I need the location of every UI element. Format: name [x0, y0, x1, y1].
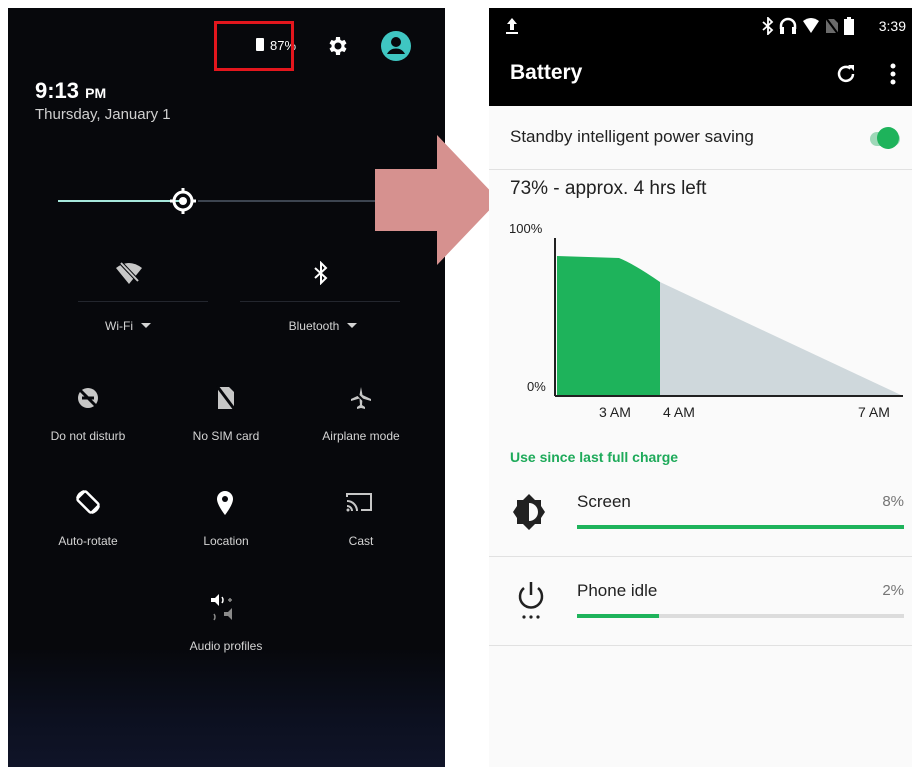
clock-time: 9:13 — [35, 78, 80, 103]
battery-icon — [844, 17, 854, 35]
brightness-slider-icon[interactable] — [169, 187, 197, 215]
do-not-disturb-icon[interactable] — [76, 386, 100, 410]
x-tick-label: 3 AM — [599, 404, 631, 420]
usage-label: Phone idle — [577, 581, 658, 600]
background-wallpaper — [8, 648, 445, 767]
usage-percent: 8% — [882, 493, 904, 510]
auto-rotate-icon[interactable] — [74, 488, 102, 516]
bluetooth-icon — [762, 17, 774, 35]
tile-airplane-label: Airplane mode — [322, 429, 400, 443]
usage-row-phone-idle[interactable]: Phone idle 2% — [489, 557, 912, 646]
page-title: Battery — [510, 61, 583, 84]
usage-label: Screen — [577, 492, 631, 511]
status-bar: 3:39 — [489, 8, 912, 46]
app-bar: Battery — [489, 46, 912, 106]
chevron-down-icon — [140, 323, 151, 328]
usage-bar-fill — [577, 614, 659, 618]
standby-setting-row[interactable]: Standby intelligent power saving — [489, 106, 912, 170]
tile-location-label: Location — [203, 534, 249, 548]
power-icon — [518, 582, 544, 619]
battery-summary: 73% - approx. 4 hrs left — [510, 178, 707, 199]
arrow-right-icon — [375, 135, 499, 265]
x-tick-label: 7 AM — [858, 404, 890, 420]
airplane-icon[interactable] — [349, 386, 373, 410]
clock-suffix: PM — [85, 85, 107, 101]
section-title: Use since last full charge — [510, 449, 679, 465]
settings-gear-icon[interactable] — [326, 34, 350, 58]
bluetooth-icon[interactable] — [313, 261, 329, 285]
clock: 9:13 PM — [35, 78, 106, 104]
x-tick-label: 4 AM — [663, 404, 695, 420]
wifi-label: Wi-Fi — [105, 319, 133, 333]
tile-divider — [78, 301, 208, 302]
bluetooth-label: Bluetooth — [288, 319, 340, 333]
tile-audio-label: Audio profiles — [189, 639, 263, 653]
battery-history-area — [557, 256, 660, 396]
standby-label: Standby intelligent power saving — [510, 127, 754, 146]
tile-nosim-label: No SIM card — [192, 429, 260, 443]
battery-screen: 3:39 Battery Standby intelligent power s… — [489, 8, 912, 767]
no-sim-icon — [825, 17, 839, 35]
brightness-track-filled — [58, 200, 182, 202]
quick-settings-panel: 87% 9:13 PM Thursday, January 1 Wi-Fi Bl… — [8, 8, 445, 767]
tile-autorotate-label: Auto-rotate — [58, 534, 118, 548]
date: Thursday, January 1 — [35, 106, 171, 123]
upload-icon — [506, 18, 518, 34]
more-options-icon[interactable] — [889, 63, 897, 85]
status-time: 3:39 — [878, 18, 906, 34]
usage-bar-fill — [577, 525, 904, 529]
audio-profiles-icon[interactable] — [208, 592, 244, 622]
tile-bluetooth-label[interactable]: Bluetooth — [263, 319, 383, 333]
screen-brightness-icon — [513, 494, 545, 530]
usage-bar — [577, 614, 904, 618]
tile-divider — [240, 301, 400, 302]
headphones-icon — [779, 17, 797, 34]
tile-dnd-label: Do not disturb — [50, 429, 126, 443]
usage-bar — [577, 525, 904, 529]
usage-percent: 2% — [882, 582, 904, 599]
no-sim-icon[interactable] — [216, 385, 236, 411]
chevron-down-icon — [347, 323, 358, 328]
tile-cast-label: Cast — [348, 534, 374, 548]
cast-icon[interactable] — [345, 491, 373, 513]
usage-row-screen[interactable]: Screen 8% — [489, 468, 912, 557]
user-avatar-icon[interactable] — [380, 30, 412, 62]
tile-wifi-label[interactable]: Wi-Fi — [68, 319, 188, 333]
battery-chart — [554, 238, 903, 397]
location-icon[interactable] — [216, 490, 234, 516]
wifi-off-icon[interactable] — [114, 260, 144, 286]
refresh-icon[interactable] — [835, 63, 857, 85]
brightness-track — [198, 200, 398, 202]
battery-projection-area — [660, 282, 903, 396]
highlight-box — [214, 21, 294, 71]
wifi-icon — [803, 18, 819, 33]
standby-toggle-thumb[interactable] — [877, 127, 899, 149]
